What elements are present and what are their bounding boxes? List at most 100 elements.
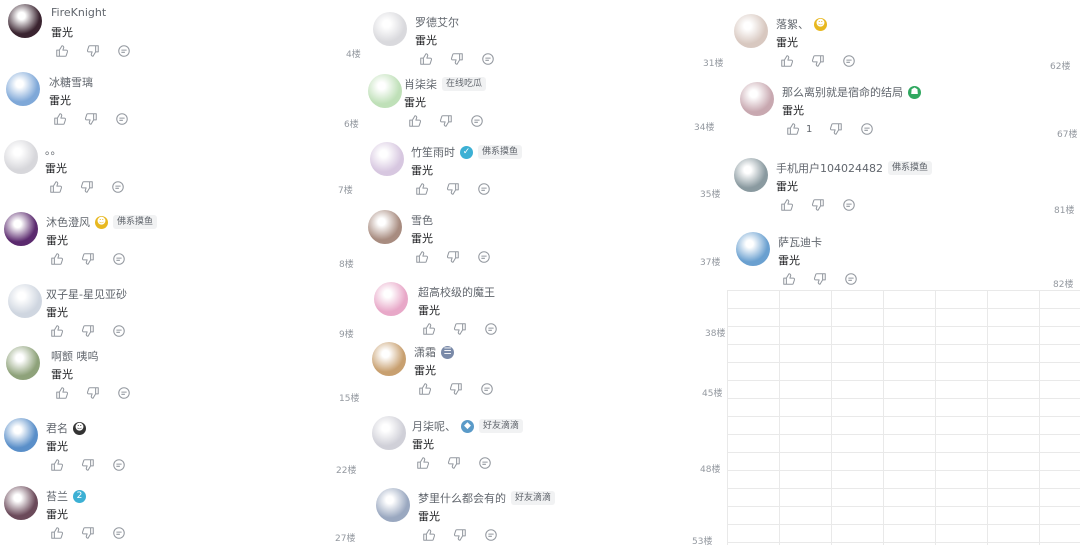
like-button[interactable] [418,382,432,396]
like-button[interactable] [55,44,69,58]
dislike-button[interactable] [81,526,95,540]
like-button[interactable]: 1 [786,122,812,136]
username[interactable]: 。。 [45,142,62,158]
reply-button[interactable] [477,250,491,264]
reply-button[interactable] [112,458,126,472]
avatar[interactable] [4,486,38,520]
avatar[interactable] [4,212,38,246]
dislike-button[interactable] [453,528,467,542]
username[interactable]: 手机用户104024482 [776,160,883,176]
avatar[interactable] [368,210,402,244]
username[interactable]: 潇霜 [414,344,436,360]
like-button[interactable] [53,112,67,126]
dislike-button[interactable] [453,322,467,336]
username[interactable]: 超高校级的魔王 [418,284,495,300]
like-button[interactable] [780,54,794,68]
username[interactable]: 落絮、 [776,16,809,32]
dislike-button[interactable] [449,382,463,396]
avatar[interactable] [734,14,768,48]
avatar[interactable] [368,74,402,108]
dislike-button[interactable] [81,458,95,472]
avatar[interactable] [740,82,774,116]
reply-button[interactable] [115,112,129,126]
like-button[interactable] [50,458,64,472]
like-button[interactable] [422,322,436,336]
like-button[interactable] [50,324,64,338]
avatar[interactable] [4,418,38,452]
dislike-button[interactable] [813,272,827,286]
avatar[interactable] [6,346,40,380]
username[interactable]: 雪色 [411,212,433,228]
reply-button[interactable] [117,386,131,400]
like-button[interactable] [408,114,422,128]
like-button[interactable] [50,526,64,540]
username[interactable]: 月柒呢、 [412,418,456,434]
dislike-button[interactable] [811,54,825,68]
username[interactable]: 梦里什么都会有的 [418,490,506,506]
avatar[interactable] [374,282,408,316]
avatar[interactable] [4,140,38,174]
dislike-button[interactable] [446,182,460,196]
username[interactable]: 萨瓦迪卡 [778,234,822,250]
dislike-button[interactable] [446,250,460,264]
dislike-button[interactable] [81,252,95,266]
reply-button[interactable] [481,52,495,66]
like-button[interactable] [419,52,433,66]
reply-button[interactable] [478,456,492,470]
like-button[interactable] [415,182,429,196]
reply-button[interactable] [111,180,125,194]
username[interactable]: FireKnight [51,6,106,19]
dislike-button[interactable] [450,52,464,66]
avatar[interactable] [736,232,770,266]
reply-button[interactable] [844,272,858,286]
username[interactable]: 双子星-星见亚砂 [46,286,127,302]
username[interactable]: 罗德艾尔 [415,14,459,30]
like-button[interactable] [49,180,63,194]
reply-button[interactable] [112,324,126,338]
dislike-button[interactable] [811,198,825,212]
reply-button[interactable] [470,114,484,128]
dislike-button[interactable] [86,386,100,400]
username[interactable]: 啊颤 咦呜 [51,348,99,364]
reply-button[interactable] [112,526,126,540]
avatar[interactable] [8,284,42,318]
reply-button[interactable] [112,252,126,266]
avatar[interactable] [8,4,42,38]
reply-button[interactable] [842,54,856,68]
reply-button[interactable] [484,528,498,542]
username[interactable]: 竹笙雨时 [411,144,455,160]
like-button[interactable] [55,386,69,400]
reply-button[interactable] [842,198,856,212]
reply-button[interactable] [117,44,131,58]
dislike-button[interactable] [86,44,100,58]
like-button[interactable] [416,456,430,470]
avatar[interactable] [370,142,404,176]
like-button[interactable] [782,272,796,286]
reply-button[interactable] [484,322,498,336]
dislike-button[interactable] [829,122,843,136]
dislike-button[interactable] [439,114,453,128]
username[interactable]: 肖柒柒 [404,76,437,92]
avatar[interactable] [6,72,40,106]
dislike-button[interactable] [80,180,94,194]
reply-button[interactable] [477,182,491,196]
like-button[interactable] [415,250,429,264]
avatar[interactable] [376,488,410,522]
avatar[interactable] [734,158,768,192]
username[interactable]: 那么离别就是宿命的结局 [782,84,903,100]
username[interactable]: 沐色澄风 [46,214,90,230]
avatar[interactable] [372,416,406,450]
avatar[interactable] [372,342,406,376]
like-button[interactable] [422,528,436,542]
reply-button[interactable] [480,382,494,396]
reply-button[interactable] [860,122,874,136]
like-button[interactable] [50,252,64,266]
dislike-button[interactable] [447,456,461,470]
username[interactable]: 君名 [46,420,68,436]
dislike-button[interactable] [81,324,95,338]
username[interactable]: 苔兰 [46,488,68,504]
avatar[interactable] [373,12,407,46]
like-button[interactable] [780,198,794,212]
dislike-button[interactable] [84,112,98,126]
username[interactable]: 冰糖雪璃 [49,74,93,90]
